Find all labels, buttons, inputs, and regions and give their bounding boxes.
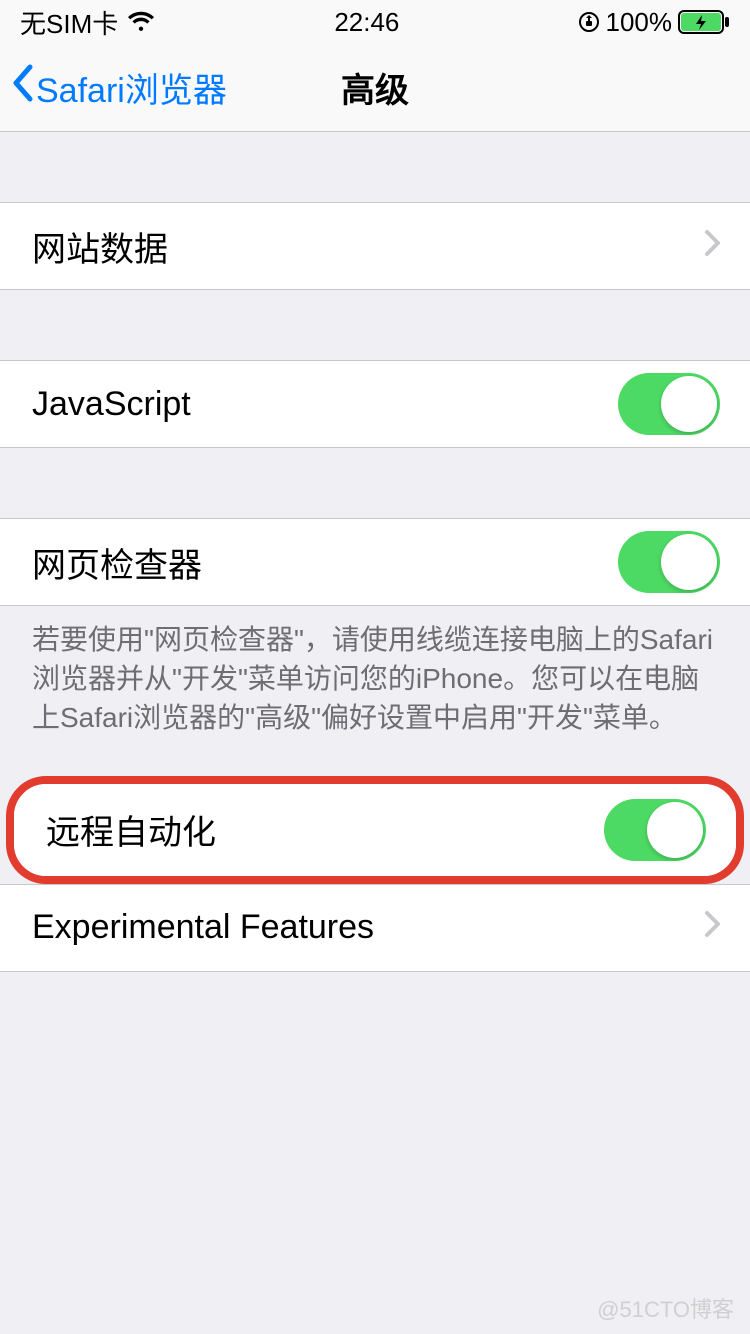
experimental-features-row[interactable]: Experimental Features — [0, 884, 750, 972]
nav-bar: Safari浏览器 高级 — [0, 44, 750, 132]
javascript-row: JavaScript — [0, 360, 750, 448]
javascript-label: JavaScript — [32, 385, 618, 424]
battery-charging-icon — [678, 10, 730, 34]
web-inspector-row: 网页检查器 — [0, 518, 750, 606]
remote-automation-toggle[interactable] — [604, 799, 706, 861]
web-inspector-toggle[interactable] — [618, 531, 720, 593]
javascript-toggle[interactable] — [618, 373, 720, 435]
chevron-right-icon — [704, 227, 720, 266]
chevron-right-icon — [704, 908, 720, 947]
chevron-left-icon — [10, 63, 34, 112]
website-data-label: 网站数据 — [32, 222, 704, 271]
website-data-row[interactable]: 网站数据 — [0, 202, 750, 290]
battery-percent: 100% — [606, 7, 673, 38]
carrier-text: 无SIM卡 — [20, 4, 118, 41]
back-button[interactable]: Safari浏览器 — [0, 63, 227, 112]
remote-automation-label: 远程自动化 — [46, 805, 604, 854]
wifi-icon — [126, 11, 156, 33]
clock: 22:46 — [334, 7, 399, 38]
watermark: @51CTO博客 — [597, 1292, 734, 1324]
remote-automation-row: 远程自动化 — [14, 784, 736, 876]
page-title: 高级 — [341, 63, 409, 112]
experimental-features-label: Experimental Features — [32, 908, 704, 947]
back-label: Safari浏览器 — [36, 63, 227, 112]
web-inspector-footer: 若要使用"网页检查器"，请使用线缆连接电脑上的Safari浏览器并从"开发"菜单… — [0, 606, 750, 752]
status-right: 100% — [578, 7, 731, 38]
orientation-lock-icon — [578, 11, 600, 33]
status-bar: 无SIM卡 22:46 100% — [0, 0, 750, 44]
web-inspector-label: 网页检查器 — [32, 538, 618, 587]
status-left: 无SIM卡 — [20, 4, 156, 41]
highlight-annotation: 远程自动化 — [6, 776, 744, 884]
